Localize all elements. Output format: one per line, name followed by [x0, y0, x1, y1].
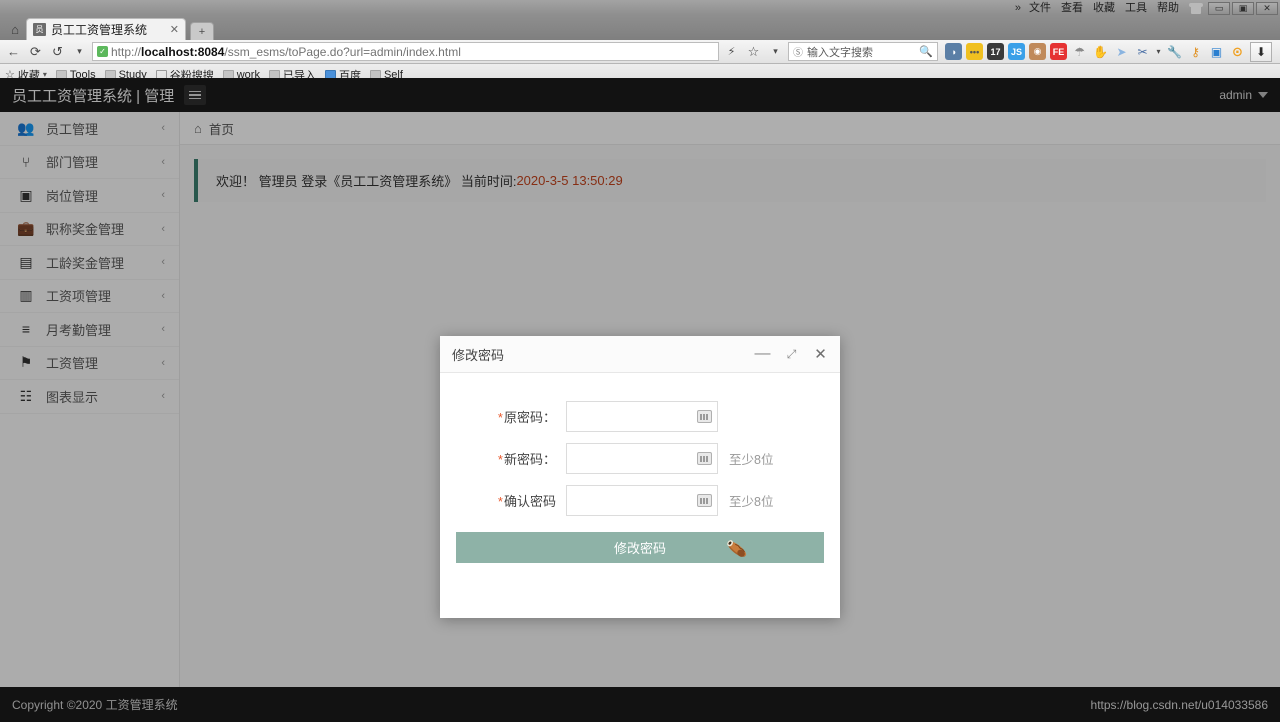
required-marker: * [497, 451, 503, 467]
scissors-icon[interactable]: ✂ [1134, 43, 1151, 60]
new-password-label: *新密码： [456, 449, 566, 468]
confirm-password-hint: 至少8位 [729, 494, 774, 509]
field-row-confirm-password: *确认密码 至少8位 [440, 479, 840, 521]
new-password-label-text: 新密码： [503, 451, 556, 467]
scissors-caret-icon[interactable]: ▾ [1155, 43, 1162, 60]
address-bar[interactable]: ✓ http://localhost:8084/ssm_esms/toPage.… [92, 42, 719, 61]
pointer-icon[interactable]: ➤ [1113, 43, 1130, 60]
browser-tab[interactable]: 员 员工工资管理系统 ✕ [26, 18, 186, 40]
tab-strip: ⌂ 员 员工工资管理系统 ✕ + [0, 16, 1280, 40]
browser-home-icon[interactable]: ⌂ [4, 18, 26, 40]
menu-view[interactable]: 查看 [1061, 0, 1083, 16]
new-password-field[interactable] [566, 442, 718, 474]
address-bar-url: http://localhost:8084/ssm_esms/toPage.do… [111, 45, 461, 59]
key-icon[interactable]: ⚷ [1187, 43, 1204, 60]
history-icon[interactable]: ↺ [48, 42, 67, 61]
old-password-label: *原密码： [456, 407, 566, 426]
hand-icon[interactable]: ✋ [1092, 43, 1109, 60]
secure-badge-icon: ✓ [97, 46, 108, 57]
lightning-icon[interactable]: ⚡ [722, 42, 741, 61]
url-host: localhost:8084 [141, 44, 225, 59]
reload-icon[interactable]: ⟳ [26, 42, 45, 61]
dialog-maximize-icon[interactable]: ⤢ [784, 347, 799, 362]
change-password-submit-button[interactable]: 修改密码 [456, 532, 824, 563]
keyboard-icon[interactable] [697, 409, 712, 423]
search-input[interactable]: 输入文字搜索 [807, 44, 873, 60]
skin-tshirt-icon[interactable] [1189, 2, 1203, 14]
download-button[interactable]: ⬇ [1250, 41, 1272, 62]
new-tab-button[interactable]: + [190, 22, 214, 40]
keyboard-icon[interactable] [697, 451, 712, 465]
opera-icon[interactable]: ◑ [945, 43, 962, 60]
dialog-minimize-icon[interactable]: — [755, 346, 771, 362]
keyboard-icon[interactable] [697, 493, 712, 507]
navigation-bar: ← ⟳ ↺ ▾ ✓ http://localhost:8084/ssm_esms… [0, 40, 1280, 64]
tab-favicon-icon: 员 [33, 23, 46, 36]
window-maximize-button[interactable]: ▣ [1232, 1, 1254, 15]
history-caret-icon[interactable]: ▾ [70, 42, 89, 61]
menu-overflow-icon[interactable]: » [1015, 2, 1021, 14]
field-row-old-password: *原密码： [440, 395, 840, 437]
star-caret-icon[interactable]: ▾ [766, 42, 785, 61]
monkey-icon[interactable]: ◉ [1029, 43, 1046, 60]
tab-title: 员工工资管理系统 [51, 23, 148, 37]
js-icon[interactable]: JS [1008, 43, 1025, 60]
dialog-titlebar: 修改密码 — ⤢ ✕ [440, 336, 840, 373]
wrench-icon[interactable]: 🔧 [1166, 43, 1183, 60]
back-icon[interactable]: ← [4, 42, 23, 61]
counter-17-icon[interactable]: 17 [987, 43, 1004, 60]
window-close-button[interactable]: ✕ [1256, 1, 1278, 15]
old-password-field[interactable] [566, 400, 718, 432]
window-titlebar: » 文件 查看 收藏 工具 帮助 ▭ ▣ ✕ [0, 0, 1280, 16]
notes-icon[interactable]: ••• [966, 43, 983, 60]
change-password-dialog: 修改密码 — ⤢ ✕ *原密码： *新密码： 至少8位 *确认密码 至少8位 修… [440, 336, 840, 618]
submit-area: 修改密码 [440, 521, 840, 563]
menu-file[interactable]: 文件 [1029, 0, 1051, 16]
new-password-hint: 至少8位 [729, 452, 774, 467]
mouse-cursor-icon [727, 540, 747, 557]
dialog-close-icon[interactable]: ✕ [813, 347, 828, 362]
menu-favorites[interactable]: 收藏 [1093, 0, 1115, 16]
search-engine-icon[interactable]: Ⓢ [793, 44, 803, 59]
url-path: /ssm_esms/toPage.do?url=admin/index.html [224, 44, 461, 59]
required-marker: * [497, 493, 503, 509]
required-marker: * [497, 409, 503, 425]
window-minimize-button[interactable]: ▭ [1208, 1, 1230, 15]
more-icon[interactable]: ⊙ [1229, 43, 1246, 60]
search-box[interactable]: Ⓢ 输入文字搜索 🔍 [788, 42, 938, 61]
bookmark-star-icon[interactable]: ☆ [744, 42, 763, 61]
dialog-body: *原密码： *新密码： 至少8位 *确认密码 至少8位 修改密码 [440, 373, 840, 563]
browser-chrome: » 文件 查看 收藏 工具 帮助 ▭ ▣ ✕ ⌂ 员 员工工资管理系统 ✕ + … [0, 0, 1280, 86]
tab-close-icon[interactable]: ✕ [156, 23, 179, 36]
menu-help[interactable]: 帮助 [1157, 0, 1179, 16]
confirm-password-label: *确认密码 [456, 491, 566, 510]
old-password-label-text: 原密码： [503, 409, 556, 425]
field-row-new-password: *新密码： 至少8位 [440, 437, 840, 479]
fe-icon[interactable]: FE [1050, 43, 1067, 60]
zoom-doc-icon[interactable]: ▣ [1208, 43, 1225, 60]
application-viewport: 员工工资管理系统 | 管理 admin 👥 员工管理 ‹ ⑂ 部门管理 ‹ ▣ … [0, 78, 1280, 722]
url-scheme: http:// [111, 44, 142, 59]
dialog-title: 修改密码 [452, 347, 505, 363]
confirm-password-field[interactable] [566, 484, 718, 516]
parachute-icon[interactable]: ☂ [1071, 43, 1088, 60]
dialog-controls: — ⤢ ✕ [755, 346, 828, 362]
extension-toolbar: ◑ ••• 17 JS ◉ FE ☂ ✋ ➤ ✂ ▾ 🔧 ⚷ ▣ ⊙ ⬇ [941, 41, 1276, 62]
search-icon[interactable]: 🔍 [919, 45, 933, 58]
menu-tools[interactable]: 工具 [1125, 0, 1147, 16]
confirm-password-label-text: 确认密码 [503, 493, 556, 509]
